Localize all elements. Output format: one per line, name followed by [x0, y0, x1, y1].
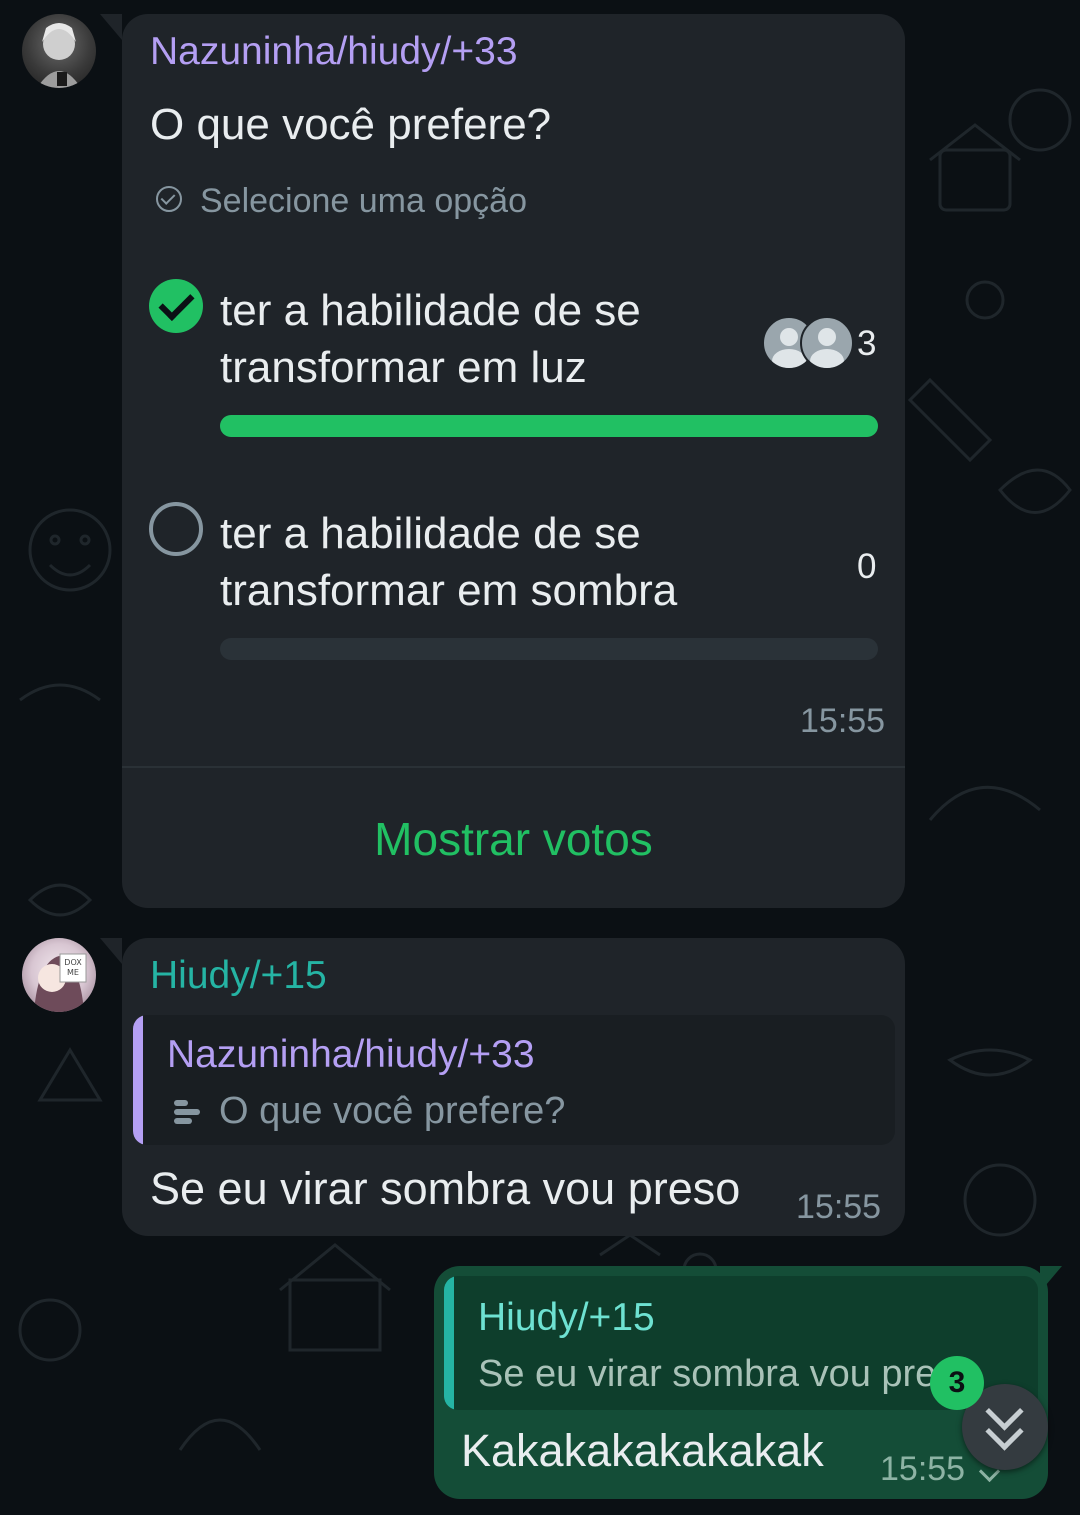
avatar-image: DOX ME: [34, 953, 87, 1012]
vote-bar: [220, 415, 878, 437]
avatar-image: [37, 23, 81, 88]
poll-option-label[interactable]: ter a habilidade de se transformar em lu…: [220, 282, 740, 396]
sender-avatar[interactable]: [22, 14, 96, 88]
bubble-tail: [100, 14, 122, 40]
unread-count-badge[interactable]: 3: [930, 1356, 984, 1410]
quote-bar: [133, 1015, 143, 1145]
quote-bar: [444, 1276, 454, 1410]
sender-name[interactable]: Nazuninha/hiudy/+33: [150, 30, 518, 74]
message-time: 15:55: [796, 1188, 882, 1226]
bubble-tail: [1040, 1266, 1062, 1292]
vote-bar: [220, 638, 878, 660]
quote-sender: Hiudy/+15: [478, 1296, 655, 1339]
voter-avatars[interactable]: [762, 316, 854, 370]
vote-bar-fill: [220, 415, 878, 437]
voter-avatar-icon: [800, 316, 854, 370]
poll-question: O que você prefere?: [150, 100, 552, 149]
vote-count: 0: [857, 547, 877, 586]
checked-radio-icon[interactable]: [149, 279, 203, 333]
sender-name[interactable]: Hiudy/+15: [150, 954, 327, 998]
message-time: 15:55: [800, 702, 886, 740]
poll-option-label[interactable]: ter a habilidade de se transformar em so…: [220, 505, 780, 619]
svg-text:DOX: DOX: [64, 958, 82, 967]
quote-text: O que você prefere?: [219, 1090, 566, 1132]
show-votes-button[interactable]: Mostrar votos: [122, 812, 905, 866]
poll-hint: Selecione uma opção: [200, 182, 528, 220]
message-time: 15:55: [880, 1450, 966, 1488]
divider: [122, 766, 905, 768]
poll-icon: [174, 1098, 202, 1126]
sender-avatar[interactable]: DOX ME: [22, 938, 96, 1012]
svg-text:ME: ME: [67, 968, 79, 977]
bubble-tail: [100, 938, 122, 964]
vote-count: 3: [857, 324, 877, 363]
empty-radio-icon[interactable]: [149, 502, 203, 556]
message-text: Kakakakakakakak: [461, 1425, 824, 1476]
message-text: Se eu virar sombra vou preso: [150, 1163, 741, 1214]
quote-sender: Nazuninha/hiudy/+33: [167, 1033, 535, 1076]
poll-check-icon: [156, 186, 182, 212]
